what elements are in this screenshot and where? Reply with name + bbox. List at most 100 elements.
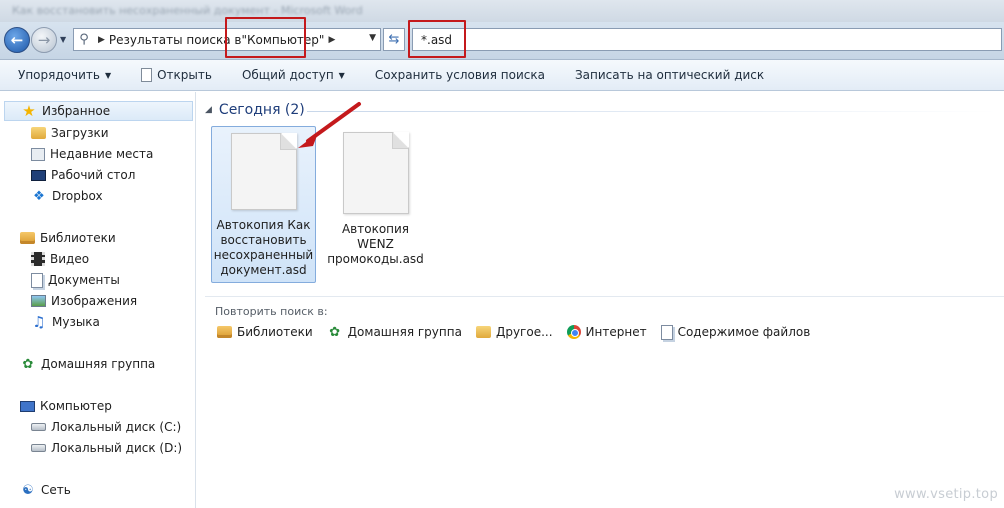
sidebar-item-drive-d[interactable]: Локальный диск (D:) (31, 438, 182, 458)
retry-internet-link[interactable]: Интернет (566, 325, 647, 339)
navigation-pane: ★ Избранное Загрузки Недавние места Рабоч… (0, 92, 196, 508)
retry-other-label: Другое... (495, 325, 553, 339)
file-item[interactable]: Автокопия Как восстановить несохраненный… (211, 126, 316, 283)
results-pane: ◢ Сегодня (2) Автокопия Как восстановить… (197, 92, 1004, 508)
sidebar-item-downloads[interactable]: Загрузки (31, 123, 109, 143)
group-label: Сегодня (2) (218, 102, 305, 118)
retry-libraries-link[interactable]: Библиотеки (217, 325, 313, 339)
chevron-down-icon: ▼ (104, 70, 112, 80)
file-name-line: Автокопия (341, 222, 410, 236)
star-icon: ★ (22, 101, 36, 120)
computer-icon (20, 400, 35, 412)
sidebar-item-label: Недавние места (50, 147, 154, 161)
video-icon (31, 252, 45, 266)
address-bar[interactable]: ⚲ ▶ Результаты поиска в "Компьютер" ▶ ▼ (73, 28, 381, 51)
address-dropdown-icon[interactable]: ▼ (369, 33, 376, 43)
share-button[interactable]: Общий доступ ▼ (227, 68, 360, 82)
group-header-today[interactable]: ◢ Сегодня (2) (205, 102, 305, 118)
group-divider (307, 111, 997, 112)
retry-other-link[interactable]: Другое... (475, 325, 553, 339)
sidebar-item-homegroup[interactable]: ✿ Домашняя группа (20, 354, 156, 374)
recent-places-icon (31, 147, 45, 161)
sidebar-item-label: Загрузки (51, 126, 109, 140)
open-label: Открыть (157, 68, 212, 82)
sidebar-item-label: Изображения (51, 294, 138, 308)
sidebar-item-label: Домашняя группа (41, 357, 156, 371)
collapse-triangle-icon[interactable]: ◢ (205, 105, 212, 115)
sidebar-item-label: Dropbox (52, 189, 103, 203)
drive-icon (31, 423, 46, 431)
forward-button[interactable]: → (31, 27, 57, 53)
file-name: Автокопия Как восстановить несохраненный… (212, 218, 315, 282)
file-name-line: восстановить (220, 233, 307, 247)
search-query[interactable]: *.asd (421, 33, 452, 47)
back-button[interactable]: ← (4, 27, 30, 53)
libraries-icon (20, 232, 35, 244)
libraries-icon (217, 326, 232, 338)
sidebar-item-label: Компьютер (40, 399, 112, 413)
sidebar-item-label: Документы (48, 273, 120, 287)
sidebar-item-documents[interactable]: Документы (31, 270, 120, 290)
retry-homegroup-link[interactable]: ✿ Домашняя группа (327, 324, 462, 340)
documents-icon (31, 272, 43, 288)
breadcrumb-separator-icon[interactable]: ▶ (328, 35, 335, 45)
retry-divider (205, 296, 1004, 297)
command-toolbar: Упорядочить ▼ Открыть Общий доступ ▼ Сохра… (0, 60, 1004, 91)
window-title-bar: Как восстановить несохраненный документ … (0, 0, 1004, 22)
sidebar-item-music[interactable]: ♫ Музыка (31, 312, 100, 332)
breadcrumb-location[interactable]: "Компьютер" (241, 33, 324, 47)
share-label: Общий доступ (241, 68, 334, 82)
sidebar-item-label: Локальный диск (C:) (51, 420, 182, 434)
pictures-icon (31, 295, 46, 307)
network-icon: ☯ (22, 482, 34, 498)
document-file-icon (342, 132, 409, 214)
sidebar-item-drive-c[interactable]: Локальный диск (C:) (31, 417, 181, 437)
file-name-line: промокоды.asd (327, 252, 424, 266)
sidebar-item-recent[interactable]: Недавние места (31, 144, 153, 164)
file-name-line: несохраненный (213, 248, 314, 262)
sidebar-item-video[interactable]: Видео (31, 249, 89, 269)
document-file-icon (230, 133, 297, 210)
retry-search-links: Библиотеки ✿ Домашняя группа Другое... Ин… (217, 324, 824, 340)
file-name-line: Автокопия Как (216, 218, 311, 232)
refresh-button[interactable]: ⇆ (383, 28, 405, 51)
sidebar-item-label: Избранное (42, 104, 111, 118)
sidebar-item-dropbox[interactable]: ❖ Dropbox (31, 186, 103, 206)
back-arrow-icon: ← (10, 31, 24, 49)
burn-disc-button[interactable]: Записать на оптический диск (560, 68, 779, 82)
retry-file-contents-link[interactable]: Содержимое файлов (660, 324, 810, 340)
sidebar-item-libraries[interactable]: Библиотеки (20, 228, 116, 248)
save-search-label: Сохранить условия поиска (374, 68, 545, 82)
homegroup-icon: ✿ (329, 324, 341, 340)
retry-search-label: Повторить поиск в: (215, 305, 328, 318)
sidebar-item-label: Видео (50, 252, 90, 266)
chevron-down-icon: ▼ (338, 70, 345, 80)
file-name: Автокопия WENZ промокоды.asd (325, 222, 426, 271)
search-input[interactable]: *.asd (412, 28, 1002, 51)
sidebar-item-label: Музыка (52, 315, 100, 329)
sidebar-item-computer[interactable]: Компьютер (20, 396, 112, 416)
retry-internet-label: Интернет (585, 325, 647, 339)
sidebar-item-network[interactable]: ☯ Сеть (20, 480, 71, 500)
breadcrumb-separator-icon[interactable]: ▶ (98, 35, 105, 45)
burn-disc-label: Записать на оптический диск (574, 68, 765, 82)
sidebar-item-pictures[interactable]: Изображения (31, 291, 137, 311)
window-title: Как восстановить несохраненный документ … (12, 4, 363, 17)
file-item[interactable]: Автокопия WENZ промокоды.asd (323, 126, 428, 271)
file-name-line: документ.asd (220, 263, 307, 277)
organize-button[interactable]: Упорядочить ▼ (0, 68, 126, 82)
sidebar-item-label: Сеть (41, 483, 71, 497)
save-search-button[interactable]: Сохранить условия поиска (360, 68, 560, 82)
sidebar-item-label: Библиотеки (40, 231, 116, 245)
sidebar-item-favorites[interactable]: ★ Избранное (4, 101, 193, 121)
retry-homegroup-label: Домашняя группа (347, 325, 462, 339)
breadcrumb-prefix[interactable]: Результаты поиска в (109, 33, 242, 47)
history-dropdown-icon[interactable]: ▼ (60, 35, 66, 44)
dropbox-icon: ❖ (33, 188, 45, 204)
forward-arrow-icon: → (37, 31, 51, 49)
music-icon: ♫ (32, 312, 46, 331)
open-button[interactable]: Открыть (126, 68, 227, 82)
sidebar-item-desktop[interactable]: Рабочий стол (31, 165, 135, 185)
refresh-icon: ⇆ (388, 32, 400, 47)
sidebar-item-label: Локальный диск (D:) (51, 441, 183, 455)
